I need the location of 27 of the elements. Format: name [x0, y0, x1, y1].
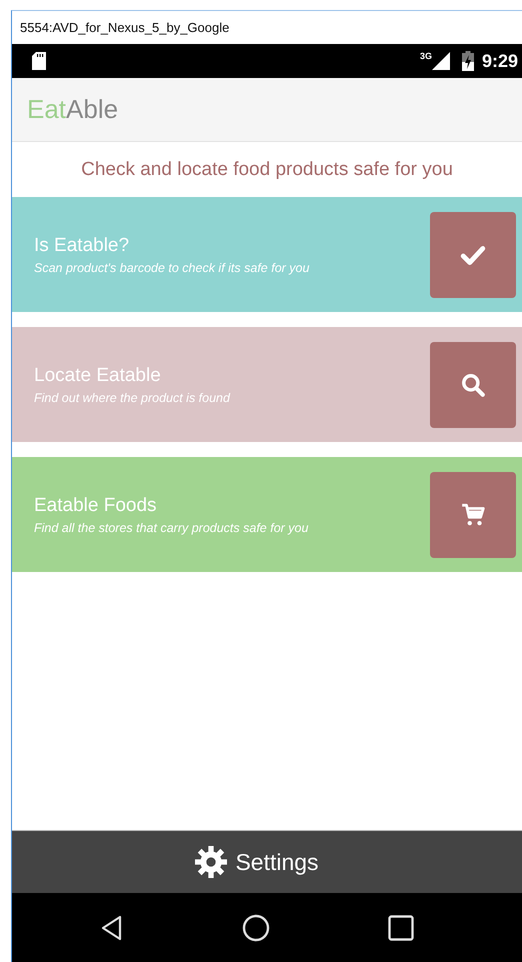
- action-card[interactable]: Locate Eatable Find out where the product is found: [12, 327, 522, 442]
- cart-icon: [460, 502, 486, 528]
- card-title: Eatable Foods: [34, 494, 158, 516]
- settings-button[interactable]: Settings: [195, 846, 339, 878]
- app-title: EatAble: [27, 94, 118, 125]
- window-title: 5554:AVD_for_Nexus_5_by_Google: [20, 20, 230, 35]
- network-type: 3G: [420, 51, 432, 61]
- back-icon[interactable]: [100, 914, 124, 940]
- action-button[interactable]: [430, 342, 516, 428]
- recent-apps-icon[interactable]: [388, 914, 414, 940]
- settings-icon: [195, 846, 228, 878]
- action-button[interactable]: [430, 212, 516, 298]
- home-icon[interactable]: [242, 914, 270, 942]
- card-subtitle: Find all the stores that carry products safe for you: [34, 520, 310, 534]
- action-button[interactable]: [430, 472, 516, 558]
- sd-card-icon: [32, 52, 46, 70]
- signal-icon: [432, 52, 450, 70]
- battery-icon: [462, 51, 474, 71]
- clock: 9:29: [482, 50, 518, 72]
- card-title: Is Eatable?: [34, 234, 130, 256]
- tagline: Check and locate food products safe for you: [80, 158, 454, 182]
- card-subtitle: Find out where the product is found: [34, 390, 232, 404]
- search-icon: [460, 372, 486, 398]
- action-card[interactable]: Is Eatable? Scan product's barcode to check if its safe for you: [12, 197, 522, 312]
- action-card[interactable]: Eatable Foods Find all the stores that carry products safe for you: [12, 457, 522, 572]
- card-title: Locate Eatable: [34, 364, 162, 386]
- card-subtitle: Scan product's barcode to check if its safe for you: [34, 260, 310, 274]
